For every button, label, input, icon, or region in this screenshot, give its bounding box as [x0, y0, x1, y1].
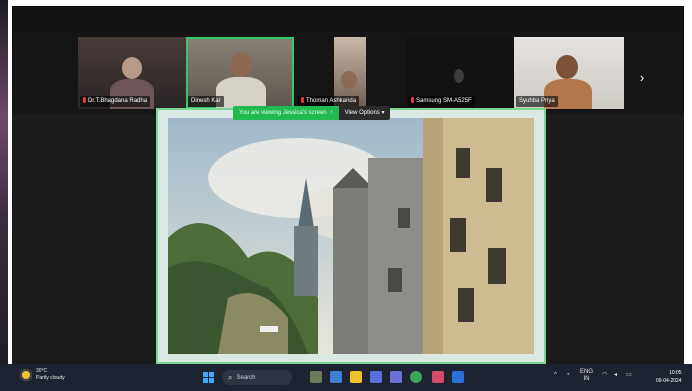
- windows-taskbar: 30°C Partly cloudy ⌕ Search ^ ◔ ENG IN ◠…: [0, 364, 692, 391]
- participant-tile[interactable]: Syuhba Priya: [514, 37, 624, 109]
- volume-icon[interactable]: ◂: [614, 372, 617, 379]
- viewing-share-label: You are viewing Jessica's screen ⁝: [233, 106, 339, 120]
- photos-icon[interactable]: [432, 371, 444, 383]
- background-window-edge: [0, 0, 8, 391]
- participant-tile[interactable]: Dr.T.Bhagdana Radha: [78, 37, 186, 109]
- teams-icon[interactable]: [390, 371, 402, 383]
- weather-text: 30°C Partly cloudy: [36, 368, 65, 381]
- participant-name: Syuhba Priya: [516, 96, 558, 107]
- taskbar-search[interactable]: ⌕ Search: [222, 370, 292, 385]
- tray-chevron-icon[interactable]: ^: [554, 372, 557, 379]
- banner-options-icon[interactable]: ⁝: [331, 110, 333, 116]
- battery-icon[interactable]: ▭: [626, 372, 632, 379]
- shared-screen-photo: [168, 118, 534, 354]
- wifi-icon[interactable]: ◠: [602, 372, 607, 379]
- store-icon[interactable]: [370, 371, 382, 383]
- participant-avatar: [122, 57, 142, 79]
- taskbar-clock[interactable]: 10:05 09-04-2024: [656, 369, 682, 385]
- participant-tile-active[interactable]: Dinesh Kar: [186, 37, 294, 109]
- participant-avatar: [230, 53, 252, 77]
- network-icon[interactable]: ◔: [566, 372, 570, 379]
- participant-avatar: [341, 71, 357, 89]
- participant-name: Dr.T.Bhagdana Radha: [80, 96, 151, 107]
- participant-tile[interactable]: Samsung SM-A525F: [406, 37, 514, 109]
- participant-strip: Dr.T.Bhagdana Radha Dinesh Kar Thoman As…: [12, 32, 684, 114]
- chrome-icon[interactable]: [410, 371, 422, 383]
- edge-icon[interactable]: [350, 371, 362, 383]
- participant-tile[interactable]: Thoman Ashkanda: [296, 37, 404, 109]
- mic-muted-icon: [83, 97, 86, 104]
- meeting-window: Dr.T.Bhagdana Radha Dinesh Kar Thoman As…: [12, 6, 684, 364]
- task-view-icon[interactable]: [310, 371, 322, 383]
- screen-share-banner: You are viewing Jessica's screen ⁝ View O…: [233, 106, 465, 120]
- file-explorer-icon[interactable]: [330, 371, 342, 383]
- word-icon[interactable]: [452, 371, 464, 383]
- photo-content: [168, 118, 534, 354]
- meeting-top-bar: [12, 6, 684, 32]
- screen-share-frame: [156, 108, 546, 364]
- windows-start-icon[interactable]: [203, 372, 214, 383]
- chevron-right-icon[interactable]: ›: [636, 68, 648, 88]
- participant-name: Dinesh Kar: [188, 96, 224, 107]
- view-options-button[interactable]: View Options ▾: [338, 106, 391, 120]
- language-indicator[interactable]: ENG IN: [580, 369, 593, 383]
- participant-avatar: [556, 55, 578, 79]
- mic-muted-icon: [411, 97, 414, 104]
- mic-muted-icon: [301, 97, 304, 104]
- search-icon: ⌕: [228, 372, 233, 382]
- search-label: Search: [236, 374, 256, 381]
- weather-icon: [20, 369, 32, 381]
- weather-widget[interactable]: 30°C Partly cloudy: [20, 368, 65, 382]
- participant-video: [454, 69, 464, 83]
